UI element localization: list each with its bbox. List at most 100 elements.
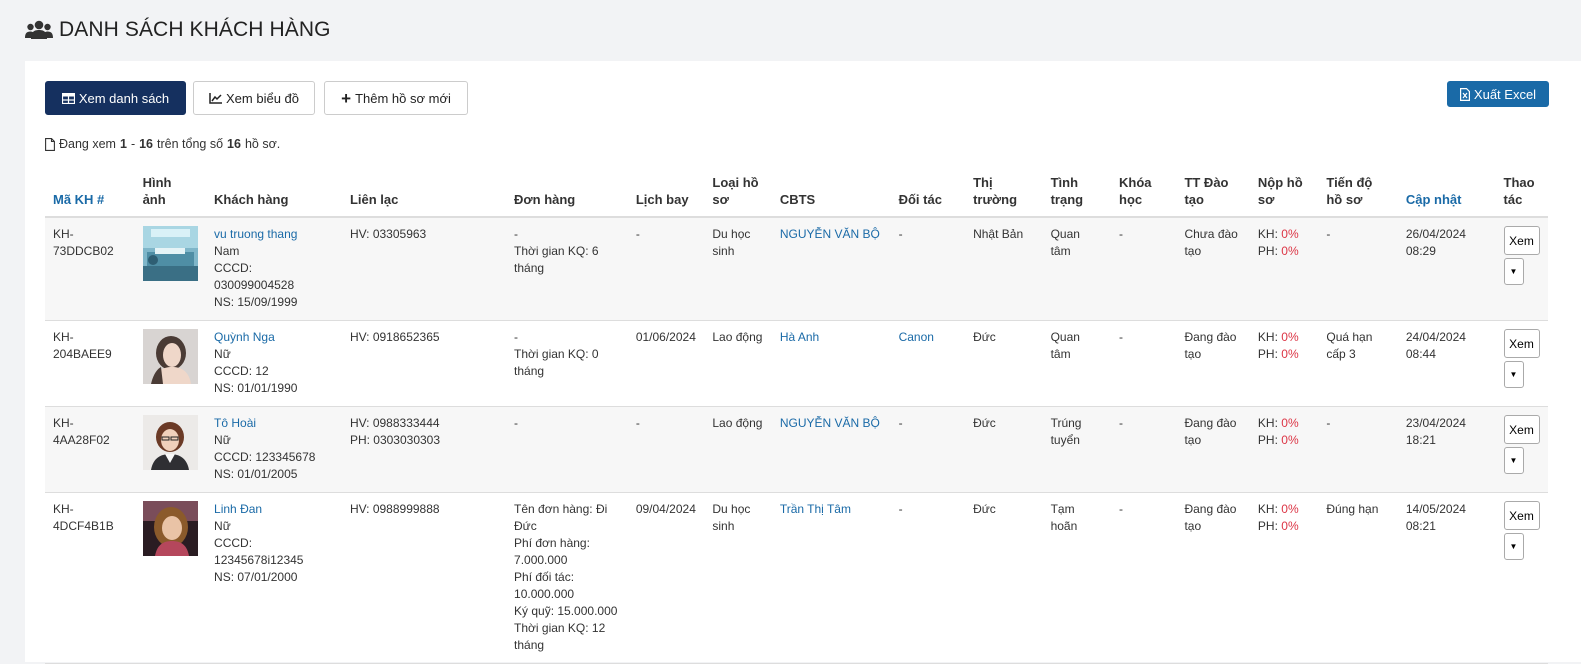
content-card: Xem danh sách Xem biểu đồ + Thêm hồ sơ m… — [25, 61, 1581, 664]
cell-partner: - — [890, 492, 966, 664]
cell-contact: HV: 0918652365 — [341, 320, 507, 407]
col-cbts: CBTS — [771, 168, 891, 218]
ph-label: PH: — [1257, 347, 1278, 361]
cell-training: Đang đào tạo — [1176, 320, 1250, 407]
cell-progress: - — [1318, 406, 1398, 493]
cell-customer: Linh Đan Nữ CCCD: 12345678i12345 NS: 07/… — [206, 492, 342, 664]
col-partner: Đối tác — [890, 168, 966, 218]
ph-label: PH: — [1257, 433, 1278, 447]
summary-to: 16 — [139, 137, 154, 151]
table-row: KH-73DDCB02 vu truong thang Nam CCCD: 03… — [45, 217, 1548, 321]
cell-flight: - — [627, 217, 705, 321]
col-flight: Lịch bay — [627, 168, 705, 218]
ph-label: PH: — [1257, 519, 1278, 533]
cell-progress: Đúng hạn — [1318, 492, 1398, 664]
view-button[interactable]: Xem — [1503, 329, 1540, 358]
cell-contact: HV: 0988333444 PH: 0303030303 — [341, 406, 507, 493]
cell-submission: KH: 0% PH: 0% — [1249, 406, 1319, 493]
contact-line: HV: 0988333444 — [349, 416, 440, 430]
customer-name-link[interactable]: Linh Đan — [214, 501, 334, 518]
cell-cbts[interactable]: NGUYỄN VĂN BỘ — [771, 217, 891, 321]
ph-percent: 0% — [1281, 433, 1299, 447]
view-button[interactable]: Xem — [1503, 501, 1540, 530]
customer-name-link[interactable]: vu truong thang — [214, 226, 334, 243]
cell-actions: Xem ▼ — [1495, 217, 1548, 321]
plus-icon: + — [341, 88, 352, 108]
cell-market: Đức — [965, 492, 1043, 664]
cell-flight: 09/04/2024 — [627, 492, 705, 664]
avatar — [142, 415, 198, 470]
col-code[interactable]: Mã KH # — [45, 168, 135, 218]
customer-table: Mã KH # Hình ảnh Khách hàng Liên lạc Đơn… — [45, 168, 1548, 664]
summary-prefix: Đang xem — [59, 137, 116, 151]
cell-code: KH-73DDCB02 — [45, 217, 135, 321]
kh-percent: 0% — [1281, 502, 1299, 516]
caret-down-icon[interactable]: ▼ — [1503, 361, 1524, 388]
cell-order: Tên đơn hàng: Đi Đức Phí đơn hàng: 7.000… — [506, 492, 628, 664]
cell-course: - — [1111, 217, 1177, 321]
cell-training: Chưa đào tạo — [1176, 217, 1250, 321]
cell-training: Đang đào tạo — [1176, 406, 1250, 493]
cell-cbts[interactable]: Hà Anh — [771, 320, 891, 407]
cell-flight: - — [627, 406, 705, 493]
cell-type: Lao động — [704, 406, 772, 493]
col-market: Thị trường — [965, 168, 1043, 218]
customer-gender: Nam — [214, 244, 240, 258]
cell-type: Lao động — [704, 320, 772, 407]
list-summary: Đang xem 1 - 16 trên tổng số 16 hồ sơ. — [45, 137, 280, 151]
avatar — [142, 501, 198, 556]
cell-course: - — [1111, 492, 1177, 664]
cell-photo — [134, 320, 207, 407]
contact-line: HV: 03305963 — [349, 227, 427, 241]
cell-code: KH-4AA28F02 — [45, 406, 135, 493]
add-profile-label: Thêm hồ sơ mới — [355, 90, 451, 106]
summary-total: 16 — [227, 137, 241, 151]
view-chart-label: Xem biểu đồ — [226, 90, 299, 106]
col-training: TT Đào tạo — [1176, 168, 1250, 218]
customer-dob: NS: 01/01/1990 — [214, 381, 298, 395]
view-list-button[interactable]: Xem danh sách — [45, 81, 186, 115]
cell-flight: 01/06/2024 — [627, 320, 705, 407]
ph-percent: 0% — [1281, 519, 1299, 533]
view-chart-button[interactable]: Xem biểu đồ — [193, 81, 315, 115]
page-title-text: DANH SÁCH KHÁCH HÀNG — [59, 18, 331, 41]
col-status: Tình trạng — [1042, 168, 1112, 218]
customer-dob: NS: 07/01/2000 — [214, 570, 298, 584]
caret-down-icon[interactable]: ▼ — [1503, 533, 1524, 560]
col-submission: Nộp hồ sơ — [1249, 168, 1319, 218]
cell-course: - — [1111, 320, 1177, 407]
cell-cbts[interactable]: Trần Thị Tâm — [771, 492, 891, 664]
cell-updated: 14/05/2024 08:21 — [1397, 492, 1496, 664]
cell-progress: - — [1318, 217, 1398, 321]
cell-submission: KH: 0% PH: 0% — [1249, 492, 1319, 664]
view-button[interactable]: Xem — [1503, 415, 1540, 444]
cell-partner[interactable]: Canon — [890, 320, 966, 407]
cell-customer: Quỳnh Nga Nữ CCCD: 12 NS: 01/01/1990 — [206, 320, 342, 407]
avatar — [142, 226, 198, 281]
cell-market: Đức — [965, 320, 1043, 407]
cell-actions: Xem ▼ — [1495, 320, 1548, 407]
cell-updated: 26/04/2024 08:29 — [1397, 217, 1496, 321]
cell-code: KH-4DCF4B1B — [45, 492, 135, 664]
summary-mid: trên tổng số — [157, 137, 224, 151]
customer-cccd: CCCD: 123345678 — [214, 450, 316, 464]
summary-from: 1 — [119, 137, 127, 151]
col-course: Khóa học — [1111, 168, 1177, 218]
cell-order: - Thời gian KQ: 6 tháng — [506, 217, 628, 321]
add-profile-button[interactable]: + Thêm hồ sơ mới — [324, 81, 468, 115]
view-button[interactable]: Xem — [1503, 226, 1540, 255]
col-updated[interactable]: Cập nhật — [1397, 168, 1496, 218]
cell-customer: vu truong thang Nam CCCD: 030099004528 N… — [206, 217, 342, 321]
users-icon — [25, 20, 53, 39]
export-excel-button[interactable]: Xuất Excel — [1447, 81, 1549, 107]
customer-name-link[interactable]: Tô Hoài — [214, 415, 334, 432]
customer-dob: NS: 01/01/2005 — [214, 467, 298, 481]
caret-down-icon[interactable]: ▼ — [1503, 258, 1524, 285]
caret-down-icon[interactable]: ▼ — [1503, 447, 1524, 474]
cell-status: Tạm hoãn — [1042, 492, 1112, 664]
cell-status: Trúng tuyển — [1042, 406, 1112, 493]
cell-cbts[interactable]: NGUYỄN VĂN BỘ — [771, 406, 891, 493]
col-progress: Tiến độ hồ sơ — [1318, 168, 1398, 218]
customer-name-link[interactable]: Quỳnh Nga — [214, 329, 334, 346]
kh-percent: 0% — [1281, 416, 1299, 430]
